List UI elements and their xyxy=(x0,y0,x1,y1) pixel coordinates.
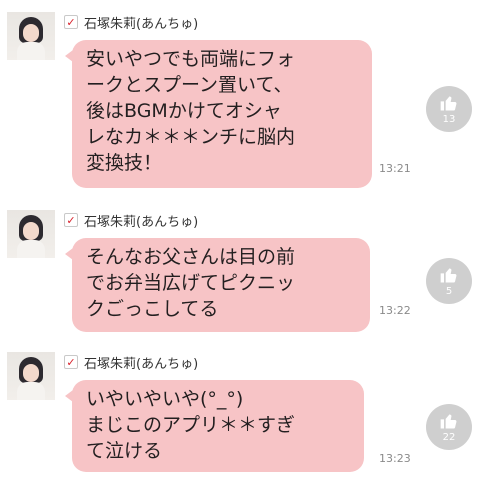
message-line: て泣ける xyxy=(86,440,163,462)
like-button[interactable]: 13 xyxy=(426,86,472,132)
message-timestamp: 13:21 xyxy=(379,162,411,175)
avatar-body xyxy=(17,240,45,258)
sender-header: ✓ 石塚朱莉(あんちゅ) xyxy=(64,352,198,372)
message-line: 後はBGMかけてオシャ xyxy=(86,100,282,122)
message-line: そんなお父さんは目の前 xyxy=(86,246,296,268)
sender-header: ✓ 石塚朱莉(あんちゅ) xyxy=(64,210,198,230)
avatar-face xyxy=(23,222,39,240)
message-line: でお弁当広げてピクニッ xyxy=(86,272,296,294)
checkmark-icon: ✓ xyxy=(64,213,78,227)
like-button[interactable]: 22 xyxy=(426,404,472,450)
thumbs-up-icon xyxy=(440,414,457,429)
message-line: ークとスプーン置いて、 xyxy=(86,74,293,96)
message-bubble[interactable]: そんなお父さんは目の前 でお弁当広げてピクニッ クごっこしてる xyxy=(65,238,370,332)
thumbs-up-icon xyxy=(440,96,457,111)
sender-header: ✓ 石塚朱莉(あんちゅ) xyxy=(64,12,198,32)
checkmark-icon: ✓ xyxy=(64,15,78,29)
sender-name: 石塚朱莉(あんちゅ) xyxy=(84,356,199,372)
sender-name: 石塚朱莉(あんちゅ) xyxy=(84,214,199,230)
avatar[interactable] xyxy=(7,210,55,258)
message-line: クごっこしてる xyxy=(86,298,219,320)
message-bubble[interactable]: 安いやつでも両端にフォ ークとスプーン置いて、 後はBGMかけてオシャ レなカ＊… xyxy=(65,40,372,188)
avatar-body xyxy=(17,42,45,60)
thumbs-up-icon xyxy=(440,268,457,283)
avatar-body xyxy=(17,382,45,400)
like-button[interactable]: 5 xyxy=(426,258,472,304)
avatar-face xyxy=(23,24,39,42)
message-line: いやいやいや(°_°) xyxy=(86,388,244,410)
sender-name: 石塚朱莉(あんちゅ) xyxy=(84,16,199,32)
avatar-face xyxy=(23,364,39,382)
message-timestamp: 13:22 xyxy=(379,304,411,317)
avatar[interactable] xyxy=(7,352,55,400)
like-count: 22 xyxy=(442,432,456,443)
message-line: まじこのアプリ＊＊すぎ xyxy=(86,414,296,436)
message-timestamp: 13:23 xyxy=(379,452,411,465)
message-bubble[interactable]: いやいやいや(°_°) まじこのアプリ＊＊すぎ て泣ける xyxy=(65,380,364,472)
like-count: 5 xyxy=(445,286,453,297)
message-line: 変換技！ xyxy=(86,152,163,174)
checkmark-icon: ✓ xyxy=(64,355,78,369)
message-line: 安いやつでも両端にフォ xyxy=(86,48,296,70)
message-line: レなカ＊＊＊ンチに脳内 xyxy=(86,126,296,148)
like-count: 13 xyxy=(442,114,456,125)
avatar[interactable] xyxy=(7,12,55,60)
